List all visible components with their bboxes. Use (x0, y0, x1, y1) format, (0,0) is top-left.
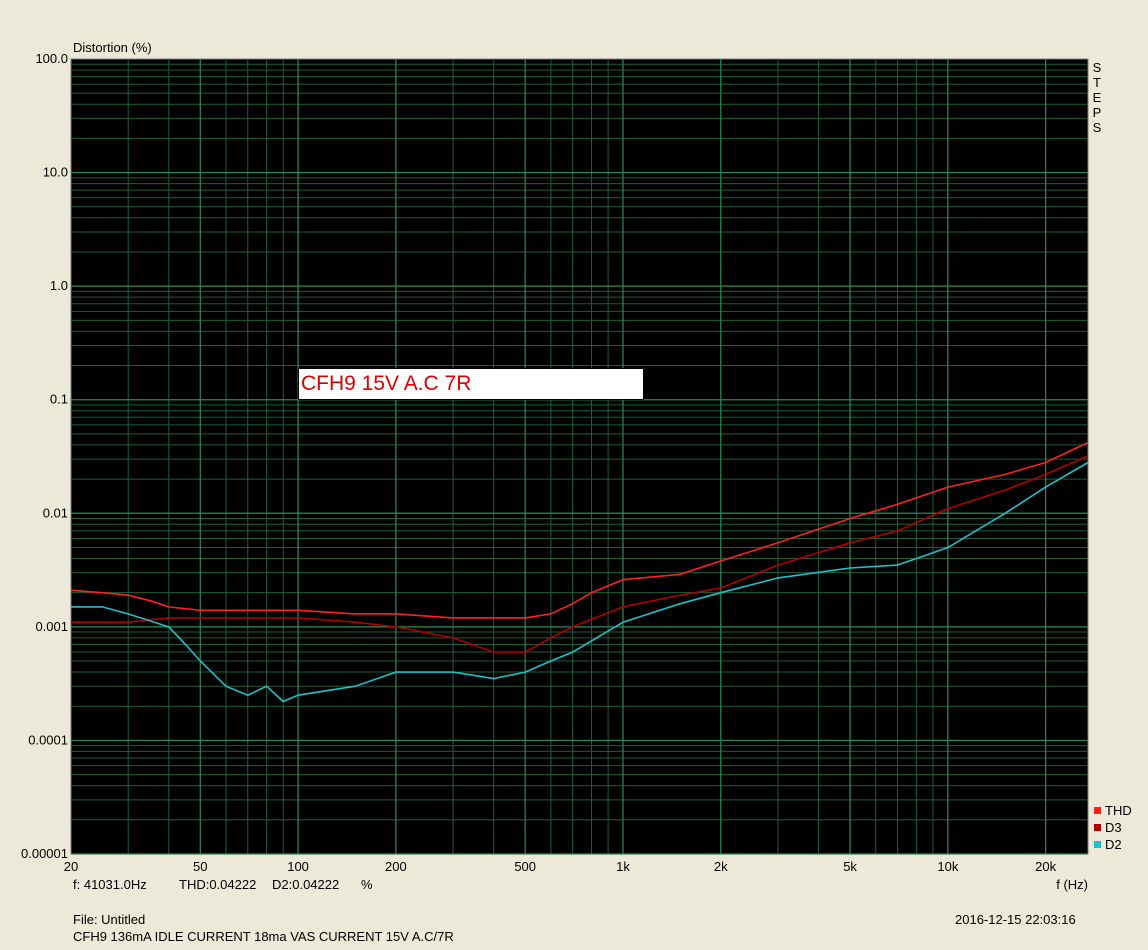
readout-unit: % (361, 877, 373, 892)
steps-letter: S (1092, 60, 1102, 75)
y-tick-label: 1.0 (50, 278, 68, 293)
file-name: File: Untitled (73, 912, 146, 927)
chart-annotation[interactable]: CFH9 15V A.C 7R (298, 368, 644, 400)
x-tick-labels: 20 50 100 200 500 1k 2k 5k 10k 20k (64, 859, 1057, 874)
measurement-description: CFH9 136mA IDLE CURRENT 18ma VAS CURRENT… (73, 929, 454, 944)
y-tick-label: 0.001 (35, 619, 68, 634)
steps-letter: E (1092, 90, 1102, 105)
x-tick-label: 20 (64, 859, 78, 874)
steps-letter: S (1092, 120, 1102, 135)
legend-label-d3: D3 (1105, 820, 1122, 835)
timestamp: 2016-12-15 22:03:16 (955, 912, 1076, 927)
legend-item-d2[interactable]: D2 (1094, 837, 1122, 852)
x-tick-label: 10k (937, 859, 958, 874)
steps-letter: P (1092, 105, 1102, 120)
x-tick-label: 1k (616, 859, 630, 874)
legend-swatch-d2 (1094, 841, 1101, 848)
x-axis-label: f (Hz) (1056, 877, 1088, 892)
readout-thd: THD:0.04222 (179, 877, 257, 892)
y-tick-labels: 0.00001 0.0001 0.001 0.01 0.1 1.0 10.0 100.0 (21, 51, 68, 861)
readout-d2: D2:0.04222 (272, 877, 340, 892)
steps-letter: T (1093, 75, 1101, 90)
legend-swatch-thd (1094, 807, 1101, 814)
x-tick-label: 100 (287, 859, 309, 874)
legend-item-thd[interactable]: THD (1094, 803, 1132, 818)
x-tick-label: 200 (385, 859, 407, 874)
distortion-chart: 0.00001 0.0001 0.001 0.01 0.1 1.0 10.0 100.0 20… (21, 40, 1089, 892)
y-axis-label: Distortion (%) (73, 40, 152, 55)
x-tick-label: 500 (514, 859, 536, 874)
y-tick-label: 0.1 (50, 392, 68, 407)
y-tick-label: 0.0001 (28, 732, 68, 747)
legend-item-d3[interactable]: D3 (1094, 820, 1122, 835)
y-tick-label: 0.00001 (21, 846, 68, 861)
y-tick-label: 100.0 (35, 51, 68, 66)
y-tick-label: 0.01 (43, 505, 68, 520)
x-tick-label: 20k (1035, 859, 1056, 874)
y-tick-label: 10.0 (43, 165, 68, 180)
x-tick-label: 5k (843, 859, 857, 874)
legend-label-thd: THD (1105, 803, 1132, 818)
x-tick-label: 2k (714, 859, 728, 874)
legend-label-d2: D2 (1105, 837, 1122, 852)
x-tick-label: 50 (193, 859, 207, 874)
legend-swatch-d3 (1094, 824, 1101, 831)
readout-frequency: f: 41031.0Hz (73, 877, 147, 892)
